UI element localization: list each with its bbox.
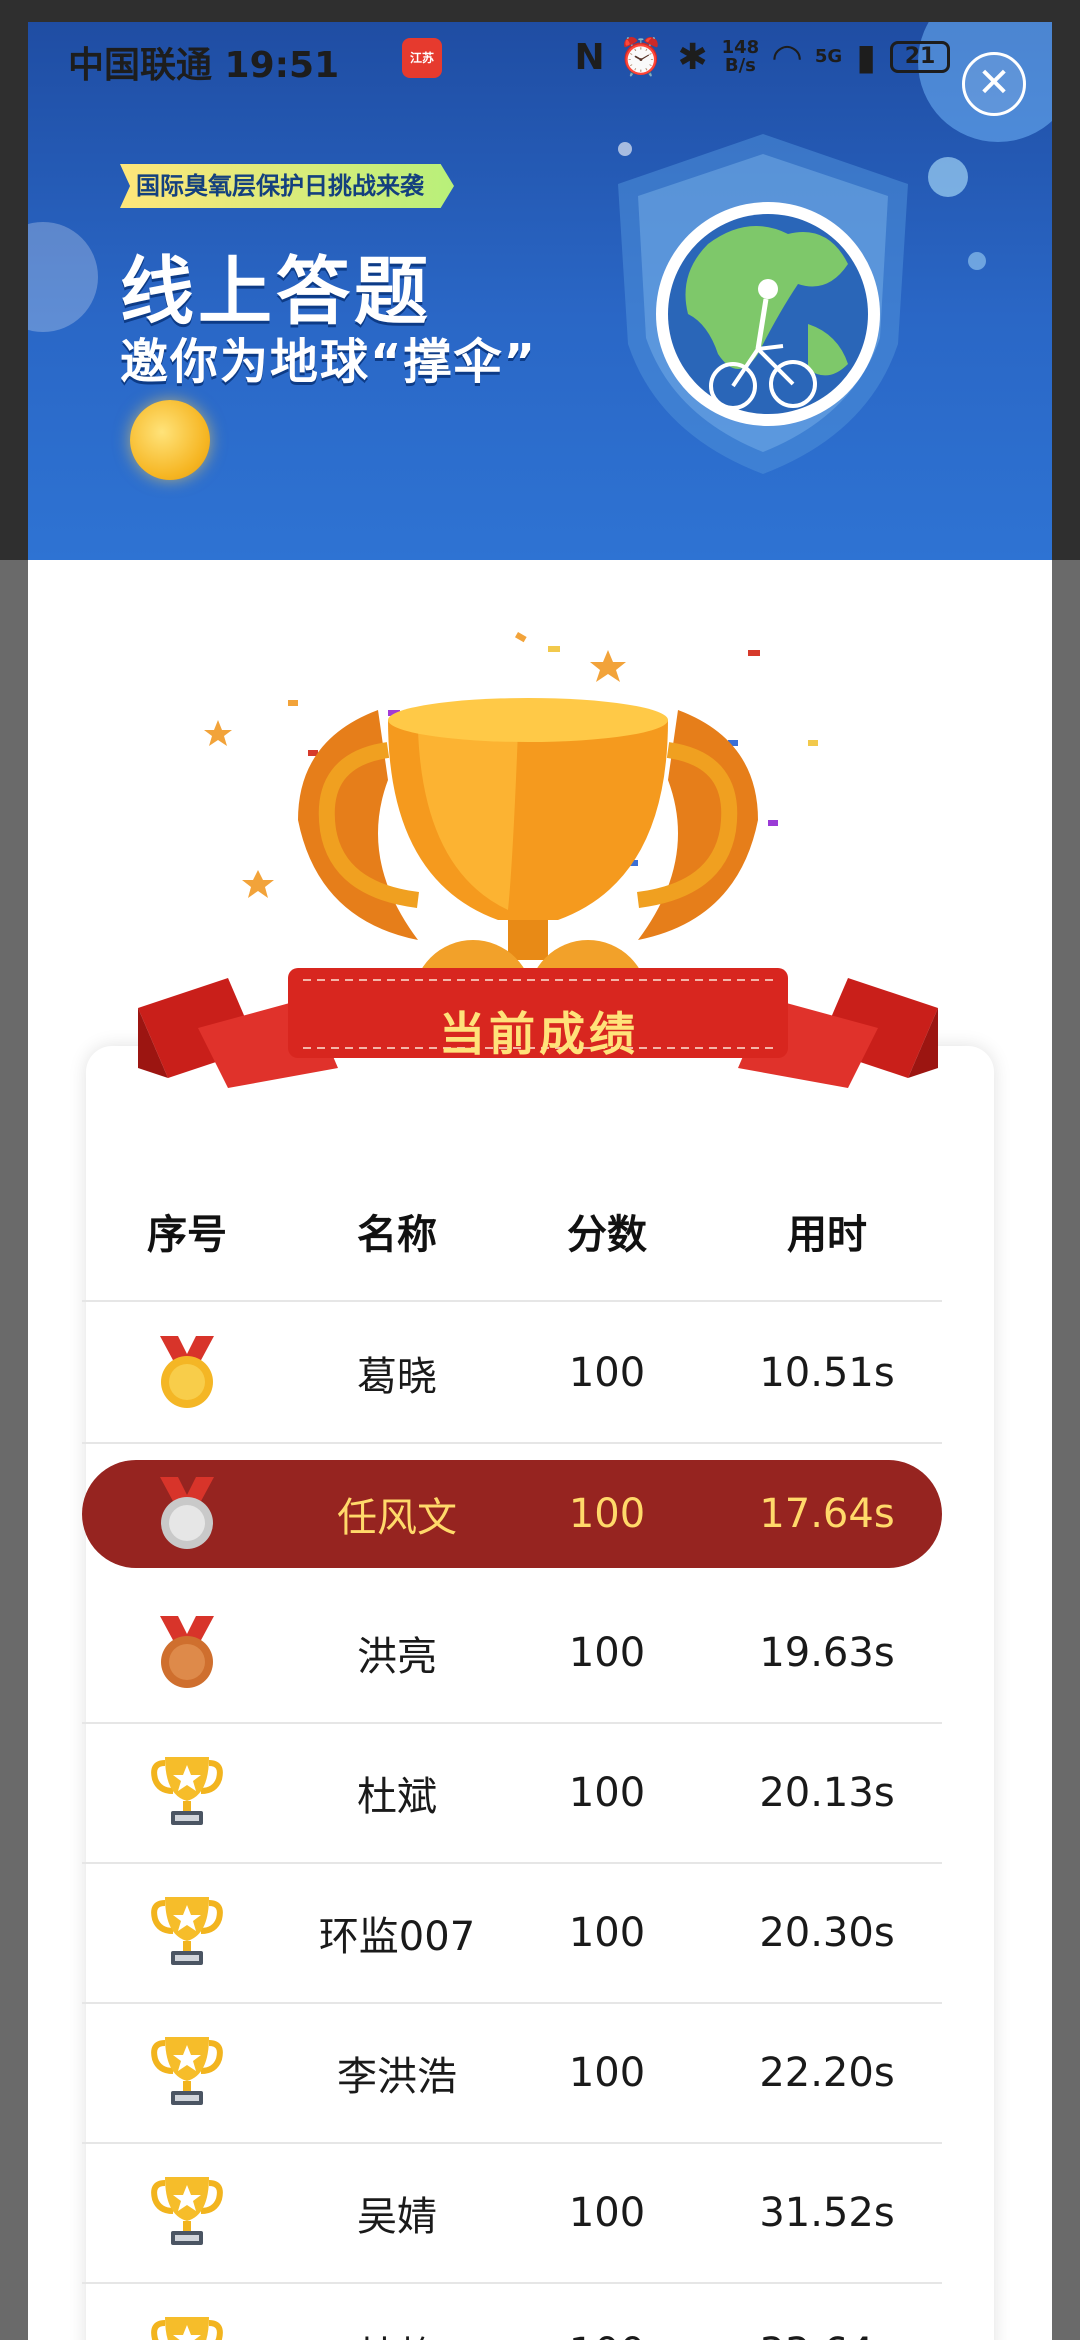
column-header-name: 名称 xyxy=(357,1212,437,1258)
bronze-medal-icon xyxy=(82,1616,292,1690)
column-header-rank: 序号 xyxy=(147,1212,227,1258)
row-time: 20.13s xyxy=(759,1770,895,1816)
row-name: 环监007 xyxy=(318,1914,476,1960)
row-time: 19.63s xyxy=(759,1630,895,1676)
table-row: 洪亮 100 19.63s xyxy=(82,1584,942,1724)
status-icons: N ⏰ ✱ 148 B/s ◠ 5G ▮ 21 xyxy=(574,36,950,78)
row-score: 100 xyxy=(568,1910,646,1956)
results-table-header: 序号 名称 分数 用时 xyxy=(82,1162,942,1302)
table-row: 吴婧 100 31.52s xyxy=(82,2144,942,2284)
signal-icon: ▮ xyxy=(856,36,876,78)
nfc-icon: N xyxy=(574,36,605,78)
row-score: 100 xyxy=(568,2050,646,2096)
network-speed-unit: B/s xyxy=(724,55,756,76)
row-score: 100 xyxy=(568,1770,646,1816)
row-time: 10.51s xyxy=(759,1350,895,1396)
gold-medal-icon xyxy=(82,1336,292,1410)
trophy-icon xyxy=(82,1895,292,1971)
row-name: 洪亮 xyxy=(357,1634,437,1680)
silver-medal-icon xyxy=(82,1477,292,1551)
column-header-score: 分数 xyxy=(567,1212,647,1258)
network-speed: 148 B/s xyxy=(722,39,760,75)
table-row: 李洪浩 100 22.20s xyxy=(82,2004,942,2144)
row-name: 李洪浩 xyxy=(337,2054,457,2100)
row-name: 任风文 xyxy=(337,1495,457,1541)
carrier-and-time: 中国联通 19:51 xyxy=(68,45,340,86)
signal-5g-label: 5G xyxy=(814,46,843,67)
battery-icon: 21 xyxy=(890,41,950,73)
row-time: 33.64s xyxy=(712,2330,942,2340)
table-row: 韩静 100 33.64s xyxy=(82,2284,942,2340)
banner-tagline: 国际臭氧层保护日挑战来袭 xyxy=(120,164,454,208)
results-table-body: 葛晓 100 10.51s 任风文 100 17.64s 洪亮 100 19.6… xyxy=(82,1304,942,2340)
trophy-icon xyxy=(82,2035,292,2111)
decor-bubble xyxy=(968,252,986,270)
ribbon-title: 当前成绩 xyxy=(439,1007,639,1061)
bluetooth-icon: ✱ xyxy=(677,36,708,78)
row-score: 100 xyxy=(568,1350,646,1396)
row-name: 吴婧 xyxy=(357,2194,437,2240)
event-banner: 国际臭氧层保护日挑战来袭 线上答题 邀你为地球“撑伞” xyxy=(28,22,1052,560)
row-name: 葛晓 xyxy=(357,1354,437,1400)
decor-bubble xyxy=(28,222,98,332)
wifi-icon: ◠ xyxy=(773,36,801,78)
row-score: 100 xyxy=(568,1491,646,1537)
table-row: 环监007 100 20.30s xyxy=(82,1864,942,2004)
row-score: 100 xyxy=(568,2190,646,2236)
table-row: 杜斌 100 20.13s xyxy=(82,1724,942,1864)
trophy-icon xyxy=(82,2175,292,2251)
app-notification-icon: 江苏 xyxy=(402,38,442,78)
trophy-icon xyxy=(82,2315,292,2340)
row-time: 17.64s xyxy=(759,1491,895,1537)
row-time: 20.30s xyxy=(759,1910,895,1956)
column-header-time: 用时 xyxy=(787,1212,867,1258)
results-modal: 国际臭氧层保护日挑战来袭 线上答题 邀你为地球“撑伞” ✕ 当前成绩 序号 名称… xyxy=(28,22,1052,2340)
earth-shield-illustration xyxy=(618,134,908,474)
row-time: 22.20s xyxy=(759,2050,895,2096)
row-name: 杜斌 xyxy=(357,1774,437,1820)
sun-decoration xyxy=(130,400,210,480)
decor-bubble xyxy=(928,157,968,197)
status-bar: 中国联通 19:51 江苏 N ⏰ ✱ 148 B/s ◠ 5G ▮ 21 xyxy=(0,0,1080,100)
row-score: 100 xyxy=(568,1630,646,1676)
row-name: 韩静 xyxy=(292,2324,502,2340)
table-row: 葛晓 100 10.51s xyxy=(82,1304,942,1444)
row-score: 100 xyxy=(502,2330,712,2340)
table-row-current-user: 任风文 100 17.64s xyxy=(82,1444,942,1584)
trophy-icon xyxy=(82,1755,292,1831)
banner-subtitle: 邀你为地球“撑伞” xyxy=(120,334,538,390)
row-time: 31.52s xyxy=(759,2190,895,2236)
alarm-icon: ⏰ xyxy=(618,37,664,78)
